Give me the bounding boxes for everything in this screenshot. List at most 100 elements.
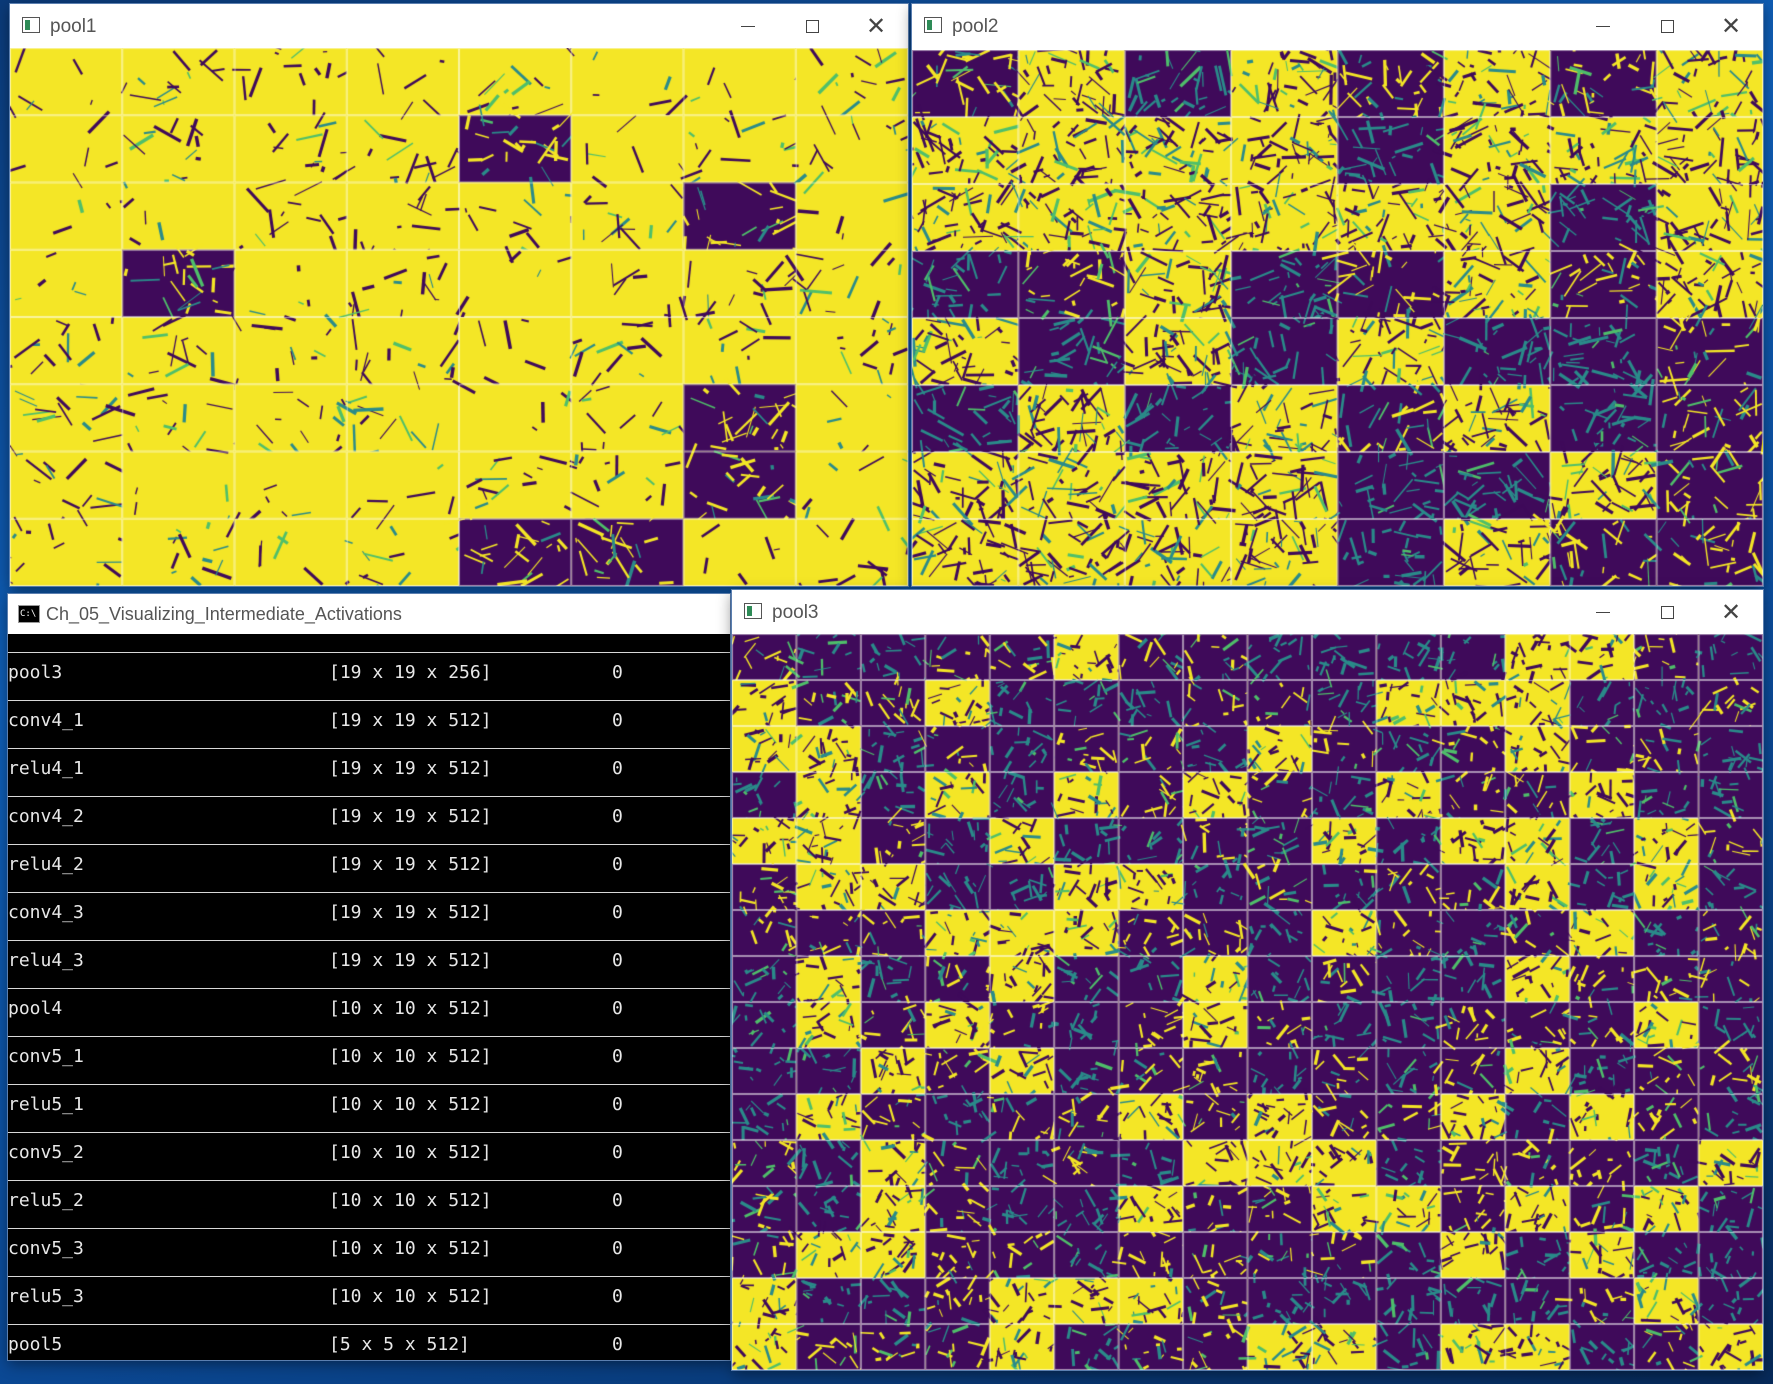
layer-name: conv4_1 [8,710,84,731]
layer-params: 0 [612,1238,623,1259]
layer-shape: [19 x 19 x 512] [329,806,492,827]
minimize-icon [741,25,755,27]
layer-shape: [10 x 10 x 512] [329,1094,492,1115]
layer-shape: [19 x 19 x 512] [329,854,492,875]
layer-name: conv4_2 [8,806,84,827]
maximize-button[interactable] [780,4,844,48]
console-row: relu5_1 [10 x 10 x 512] 0 [8,1084,730,1132]
console-title: Ch_05_Visualizing_Intermediate_Activatio… [46,604,402,624]
layer-params: 0 [612,854,623,875]
console-row: pool5 [5 x 5 x 512] 0 [8,1324,730,1360]
close-button[interactable]: ✕ [1699,4,1763,48]
layer-name: relu4_3 [8,950,84,971]
layer-shape: [19 x 19 x 256] [329,662,492,683]
console-row: relu5_3 [10 x 10 x 512] 0 [8,1276,730,1324]
layer-params: 0 [612,902,623,923]
pool2-feature-grid [912,50,1763,586]
layer-shape: [10 x 10 x 512] [329,1190,492,1211]
maximize-icon [1660,605,1674,619]
close-button[interactable]: ✕ [844,4,908,48]
layer-name: relu5_1 [8,1094,84,1115]
layer-shape: [10 x 10 x 512] [329,1046,492,1067]
minimize-button[interactable] [1571,4,1635,48]
minimize-icon [1596,25,1610,27]
layer-shape: [19 x 19 x 512] [329,902,492,923]
console-row: relu4_1 [19 x 19 x 512] 0 [8,748,730,796]
pool3-title: pool3 [772,602,819,623]
minimize-icon [1596,611,1610,613]
console-titlebar[interactable]: C:\ Ch_05_Visualizing_Intermediate_Activ… [8,594,730,634]
pool2-window[interactable]: pool2 ✕ [912,4,1763,586]
layer-name: pool3 [8,662,63,683]
layer-name: relu4_1 [8,758,84,779]
layer-name: conv5_2 [8,1142,84,1163]
pool2-title: pool2 [952,16,999,37]
layer-name: pool4 [8,998,63,1019]
layer-shape: [19 x 19 x 512] [329,758,492,779]
console-row: conv5_1 [10 x 10 x 512] 0 [8,1036,730,1084]
maximize-icon [1660,19,1674,33]
layer-shape: [19 x 19 x 512] [329,950,492,971]
close-button[interactable]: ✕ [1699,590,1763,634]
console-row: pool3 [19 x 19 x 256] 0 [8,652,730,700]
console-row: conv4_3 [19 x 19 x 512] 0 [8,892,730,940]
maximize-icon [805,19,819,33]
layer-shape: [10 x 10 x 512] [329,1142,492,1163]
layer-params: 0 [612,662,623,683]
layer-shape: [10 x 10 x 512] [329,998,492,1019]
layer-shape: [10 x 10 x 512] [329,1286,492,1307]
layer-name: relu5_3 [8,1286,84,1307]
console-row: conv4_1 [19 x 19 x 512] 0 [8,700,730,748]
minimize-button[interactable] [716,4,780,48]
app-window-icon [924,17,942,33]
console-row: conv4_2 [19 x 19 x 512] 0 [8,796,730,844]
console-row: pool4 [10 x 10 x 512] 0 [8,988,730,1036]
console-row: relu4_3 [19 x 19 x 512] 0 [8,940,730,988]
pool2-activation-canvas [912,50,1763,586]
console-row: relu5_2 [10 x 10 x 512] 0 [8,1180,730,1228]
layer-params: 0 [612,998,623,1019]
layer-params: 0 [612,1286,623,1307]
console-row: conv5_3 [10 x 10 x 512] 0 [8,1228,730,1276]
app-window-icon [744,603,762,619]
pool1-window[interactable]: pool1 ✕ [10,4,908,586]
layer-name: pool5 [8,1334,63,1355]
close-icon: ✕ [1720,12,1742,40]
layer-params: 0 [612,950,623,971]
layer-params: 0 [612,1046,623,1067]
pool1-titlebar[interactable]: pool1 ✕ [10,4,908,48]
console-icon: C:\ [18,605,40,623]
console-window[interactable]: C:\ Ch_05_Visualizing_Intermediate_Activ… [8,594,730,1360]
maximize-button[interactable] [1635,590,1699,634]
maximize-button[interactable] [1635,4,1699,48]
pool1-title: pool1 [50,16,97,37]
layer-name: relu4_2 [8,854,84,875]
layer-params: 0 [612,710,623,731]
pool3-window[interactable]: pool3 ✕ [732,590,1763,1370]
layer-params: 0 [612,1142,623,1163]
layer-shape: [19 x 19 x 512] [329,710,492,731]
pool1-activation-canvas [10,48,908,586]
console-row: relu4_2 [19 x 19 x 512] 0 [8,844,730,892]
pool2-titlebar[interactable]: pool2 ✕ [912,4,1763,48]
layer-name: relu5_2 [8,1190,84,1211]
close-icon: ✕ [865,12,887,40]
layer-name: conv5_3 [8,1238,84,1259]
pool3-activation-canvas [732,634,1763,1370]
layer-params: 0 [612,1094,623,1115]
pool3-feature-grid [732,634,1763,1370]
layer-name: conv5_1 [8,1046,84,1067]
layer-params: 0 [612,1334,623,1355]
layer-params: 0 [612,1190,623,1211]
layer-name: conv4_3 [8,902,84,923]
console-row: conv5_2 [10 x 10 x 512] 0 [8,1132,730,1180]
console-output[interactable]: pool3 [19 x 19 x 256] 0 conv4_1 [19 x 19 x 5… [8,634,730,1360]
close-icon: ✕ [1720,598,1742,626]
pool1-feature-grid [10,48,908,586]
layer-params: 0 [612,806,623,827]
layer-shape: [10 x 10 x 512] [329,1238,492,1259]
pool3-titlebar[interactable]: pool3 ✕ [732,590,1763,634]
layer-params: 0 [612,758,623,779]
minimize-button[interactable] [1571,590,1635,634]
app-window-icon [22,17,40,33]
